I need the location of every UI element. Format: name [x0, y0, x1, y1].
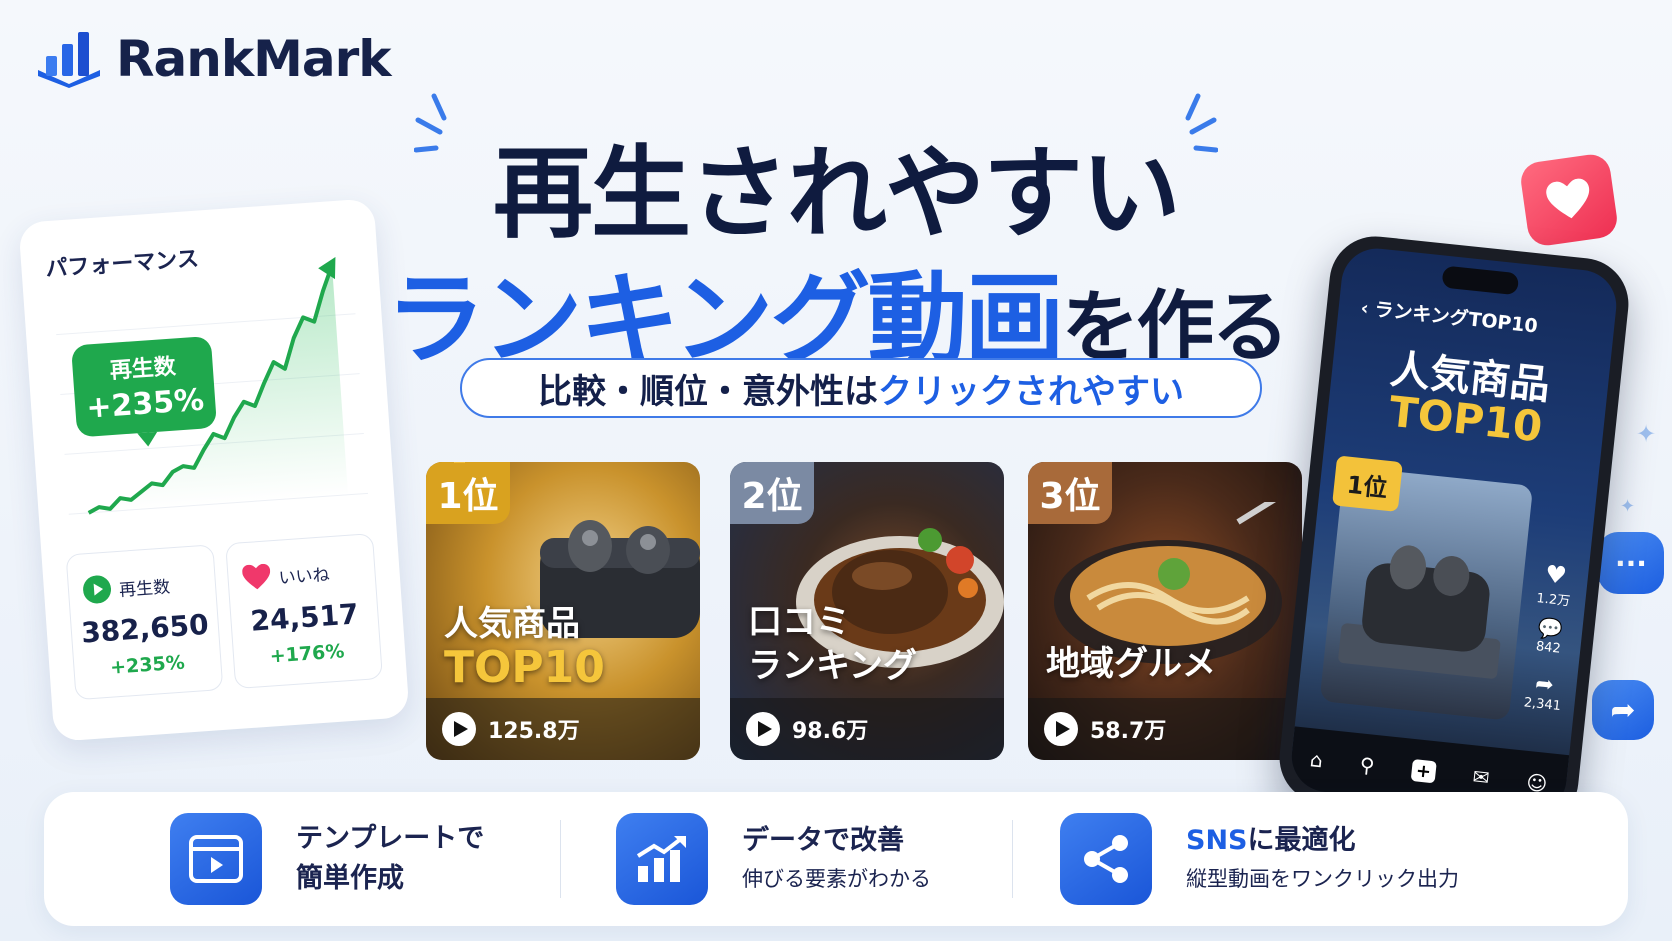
- feature-sns-title: に最適化: [1247, 825, 1356, 856]
- message-icon[interactable]: ✉: [1471, 764, 1490, 790]
- feature-template-title2: 簡単作成: [296, 863, 404, 894]
- feature-data-sub: 伸びる要素がわかる: [742, 867, 931, 891]
- tagline-highlight: クリックされやすい: [878, 371, 1184, 412]
- stat-likes: いいね 24,517 +176%: [225, 533, 383, 690]
- feature-data-title: データで改善: [742, 825, 904, 856]
- floating-share-bubble: ➦: [1592, 680, 1654, 740]
- rank-label-2: 2位: [741, 476, 803, 517]
- card-1-views: 125.8万: [488, 719, 580, 744]
- play-icon[interactable]: [442, 712, 476, 746]
- add-icon[interactable]: +: [1410, 758, 1437, 784]
- phone-share-stat[interactable]: ➦ 2,341: [1520, 670, 1568, 714]
- floating-like-bubble: [1518, 152, 1620, 248]
- phone-video-card[interactable]: 1位: [1319, 455, 1534, 721]
- rank-badge-2: 2位: [730, 462, 814, 524]
- phone-screen: ‹ ランキングTOP10 人気商品 TOP10 1位 ♥ 1.2万 💬 842 ➦…: [1288, 245, 1620, 817]
- phone-like-stat[interactable]: ♥ 1.2万: [1531, 559, 1580, 610]
- card-3-views-bar: 58.7万: [1028, 698, 1302, 760]
- feature-sns-highlight: SNS: [1186, 825, 1248, 856]
- feature-sns: SNSに最適化 縦型動画をワンクリック出力: [1060, 812, 1459, 906]
- card-3-title-line1: 地域グルメ: [1046, 644, 1216, 684]
- feature-divider: [560, 820, 561, 898]
- share-arrow-icon: ➦: [1610, 692, 1636, 728]
- home-icon[interactable]: ⌂: [1309, 747, 1324, 772]
- play-icon[interactable]: [1044, 712, 1078, 746]
- crown-icon: ♛: [448, 462, 471, 470]
- heart-icon: [1546, 178, 1590, 219]
- heart-icon: ♥: [1543, 559, 1569, 590]
- play-icon: [83, 575, 112, 604]
- sparkle-icon: ✦: [1620, 496, 1636, 517]
- card-3-views: 58.7万: [1090, 719, 1167, 744]
- views-growth-badge: 再生数 +235%: [70, 335, 218, 438]
- phone-like-count: 1.2万: [1535, 591, 1571, 610]
- phone-share-count: 2,341: [1523, 695, 1562, 715]
- card-3-title: 地域グルメ: [1046, 642, 1216, 686]
- play-icon[interactable]: [746, 712, 780, 746]
- rank-label-1: 1位: [437, 476, 499, 517]
- stat-views-change: +235%: [109, 651, 186, 679]
- back-chevron-icon[interactable]: ‹: [1360, 297, 1370, 320]
- feature-sns-sub: 縦型動画をワンクリック出力: [1186, 867, 1459, 891]
- phone-mockup: ‹ ランキングTOP10 人気商品 TOP10 1位 ♥ 1.2万 💬 842 ➦…: [1275, 231, 1633, 831]
- card-2-title-line2: ランキング: [748, 646, 917, 686]
- sparkle-icon: ✦: [1636, 420, 1657, 448]
- rank-badge-1: ♛ 1位: [426, 462, 510, 524]
- badge-label: 再生数: [108, 354, 177, 384]
- stat-likes-label: いいね: [278, 564, 331, 589]
- rank-badge-3: 3位: [1028, 462, 1112, 524]
- chart-up-icon: [616, 813, 708, 905]
- performance-card: パフォーマンス 再生数 +235% 再生数 382,650 +235% いいね: [18, 198, 410, 742]
- brand-name: RankMark: [116, 30, 391, 88]
- card-2-views-bar: 98.6万: [730, 698, 1004, 760]
- stat-views: 再生数 382,650 +235%: [65, 544, 224, 701]
- heart-icon: [242, 563, 271, 590]
- card-1-title: 人気商品 TOP10: [444, 602, 605, 690]
- stat-likes-value: 24,517: [249, 597, 360, 638]
- search-icon[interactable]: ⚲: [1359, 753, 1376, 778]
- video-template-icon: [170, 813, 262, 905]
- phone-notch: [1441, 265, 1520, 296]
- phone-header-title: ランキングTOP10: [1373, 298, 1539, 338]
- stat-likes-change: +176%: [269, 640, 346, 668]
- share-icon: [1060, 813, 1152, 905]
- feature-template-title1: テンプレートで: [296, 823, 485, 854]
- comment-icon: ···: [1615, 546, 1647, 580]
- bar-chart-logo-icon: [38, 32, 100, 88]
- phone-comment-count: 842: [1535, 639, 1562, 657]
- ranking-card-2[interactable]: 2位 口コミ ランキング 98.6万: [730, 462, 1004, 760]
- earbuds-case-image: [1338, 545, 1501, 679]
- floating-comment-bubble: ···: [1598, 532, 1664, 594]
- card-1-views-bar: 125.8万: [426, 698, 700, 760]
- card-2-title-line1: 口コミ: [748, 602, 850, 642]
- card-2-views: 98.6万: [792, 719, 869, 744]
- card-1-title-line2: TOP10: [444, 642, 605, 693]
- phone-header: ‹ ランキングTOP10: [1360, 293, 1540, 338]
- feature-data: データで改善 伸びる要素がわかる: [616, 812, 931, 906]
- feature-template: テンプレートで 簡単作成: [170, 812, 484, 906]
- ranking-card-3[interactable]: 3位 地域グルメ 58.7万: [1028, 462, 1302, 760]
- rank-label-3: 3位: [1039, 476, 1101, 517]
- feature-divider: [1012, 820, 1013, 898]
- tagline-pill: 比較・順位・意外性は クリックされやすい: [460, 358, 1262, 418]
- stat-views-label: 再生数: [118, 576, 171, 601]
- card-2-title: 口コミ ランキング: [748, 600, 917, 688]
- brand-logo[interactable]: RankMark: [36, 30, 391, 88]
- badge-value: +235%: [85, 382, 206, 426]
- phone-rank-label: 1位: [1345, 470, 1389, 503]
- card-1-title-line1: 人気商品: [444, 604, 580, 644]
- stat-views-value: 382,650: [80, 607, 210, 650]
- phone-rank-badge: 1位: [1332, 455, 1403, 513]
- tagline-prefix: 比較・順位・意外性は: [538, 371, 878, 412]
- ranking-card-1[interactable]: ♛ 1位 人気商品 TOP10 125.8万: [426, 462, 700, 760]
- feature-bar: テンプレートで 簡単作成 データで改善 伸びる要素がわかる SNSに最適化 縦型…: [44, 792, 1628, 926]
- phone-comment-stat[interactable]: 💬 842: [1526, 614, 1574, 657]
